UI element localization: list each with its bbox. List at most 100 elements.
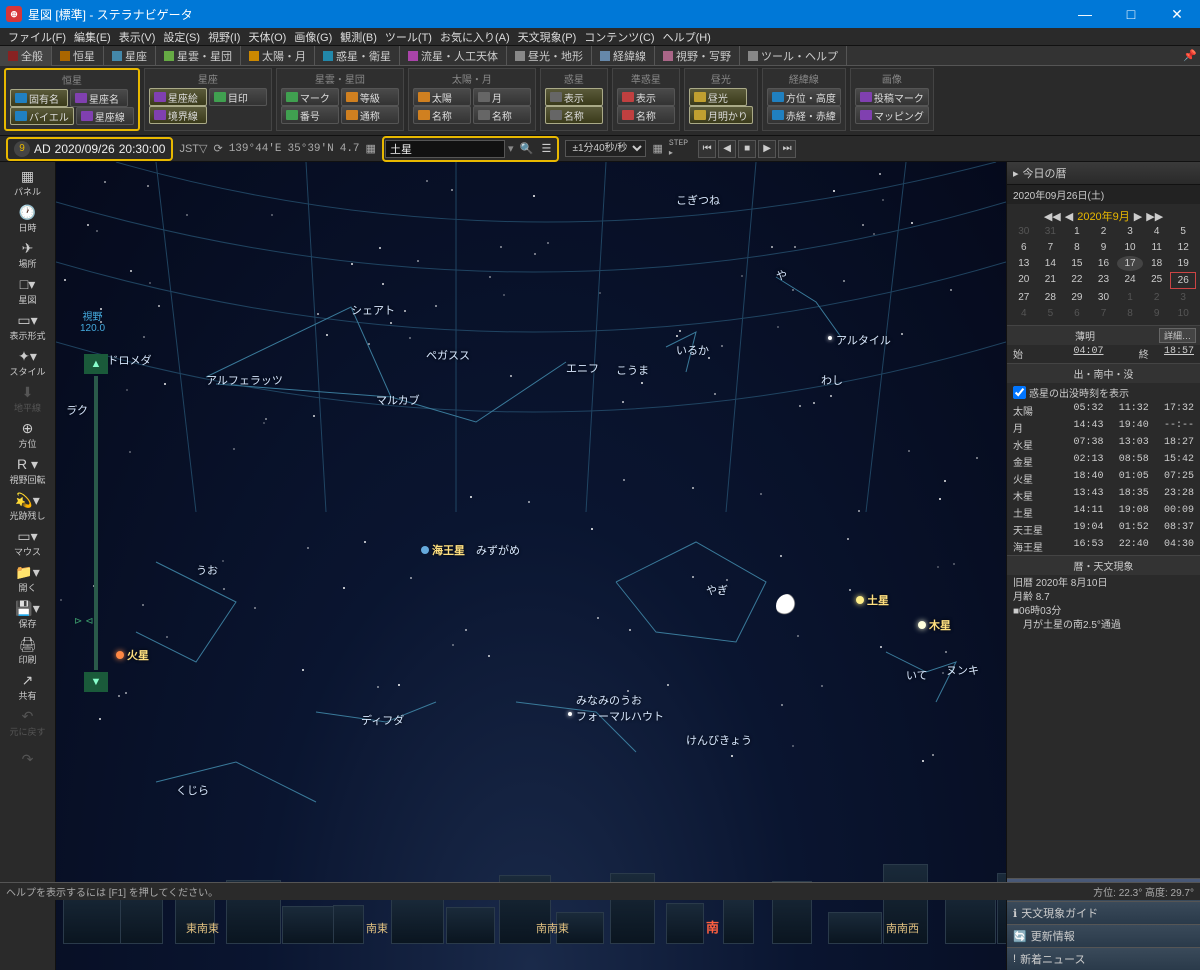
last-button[interactable]: ⏭	[778, 140, 796, 158]
left-tool-button[interactable]: ▦パネル	[4, 166, 52, 200]
search-button[interactable]: 🔍	[516, 139, 536, 159]
menu-item[interactable]: 天文現象(P)	[514, 29, 581, 45]
tool-button[interactable]: 星座名	[70, 89, 128, 107]
calendar-day[interactable]: 9	[1144, 306, 1170, 321]
calendar-day[interactable]: 26	[1170, 272, 1196, 289]
calendar[interactable]: ◀◀ ◀ 2020年9月 ▶ ▶▶ 3031123456789101112131…	[1007, 204, 1200, 325]
left-tool-button[interactable]: 💫▾光跡残し	[4, 490, 52, 524]
calendar-day[interactable]: 5	[1038, 306, 1064, 321]
left-tool-button[interactable]: ↶元に戻す	[4, 706, 52, 740]
tool-button[interactable]: 通称	[341, 106, 399, 124]
first-button[interactable]: ⏮	[698, 140, 716, 158]
tool-button[interactable]: 固有名	[10, 89, 68, 107]
left-tool-button[interactable]: 🖨印刷	[4, 634, 52, 668]
menu-item[interactable]: 天体(O)	[244, 29, 290, 45]
tool-button[interactable]: 昼光	[689, 88, 747, 106]
left-tool-button[interactable]: R ▾視野回転	[4, 454, 52, 488]
ribbon-tab[interactable]: ツール・ヘルプ	[740, 46, 847, 66]
calendar-day[interactable]: 21	[1038, 272, 1064, 289]
tool-button[interactable]: 太陽	[413, 88, 471, 106]
calendar-day[interactable]: 31	[1038, 224, 1064, 239]
step-icon[interactable]: ▦	[652, 142, 662, 156]
calendar-day[interactable]: 5	[1170, 224, 1196, 239]
calendar-day[interactable]: 25	[1144, 272, 1170, 289]
calendar-day[interactable]: 10	[1170, 306, 1196, 321]
menu-item[interactable]: お気に入り(A)	[436, 29, 514, 45]
ribbon-tab[interactable]: 星雲・星団	[156, 46, 241, 66]
calendar-day[interactable]: 7	[1091, 306, 1117, 321]
calendar-day[interactable]: 20	[1011, 272, 1037, 289]
menu-item[interactable]: 画像(G)	[290, 29, 336, 45]
calendar-day[interactable]: 30	[1011, 224, 1037, 239]
cal-next-year[interactable]: ▶▶	[1146, 210, 1163, 223]
tool-button[interactable]: バイエル	[10, 107, 74, 125]
left-tool-button[interactable]: ⬇地平線	[4, 382, 52, 416]
calendar-day[interactable]: 6	[1064, 306, 1090, 321]
tool-button[interactable]: 方位・高度	[767, 88, 841, 106]
tool-button[interactable]: マーク	[281, 88, 339, 106]
menu-item[interactable]: ファイル(F)	[4, 29, 70, 45]
ribbon-tab[interactable]: 星座	[104, 46, 156, 66]
tool-button[interactable]: 赤経・赤緯	[767, 106, 841, 124]
rp-tab[interactable]: ! 新着ニュース	[1007, 947, 1200, 970]
sky-view[interactable]: 視野 120.0 ▲ ⊳ ⊲ ▼ こぎつねやいるかこうまわしシェアトペガススアン…	[56, 162, 1006, 970]
calendar-day[interactable]: 28	[1038, 290, 1064, 305]
ribbon-tab[interactable]: 太陽・月	[241, 46, 315, 66]
left-tool-button[interactable]: ↗共有	[4, 670, 52, 704]
calendar-day[interactable]: 23	[1091, 272, 1117, 289]
calendar-day[interactable]: 18	[1144, 256, 1170, 271]
left-tool-button[interactable]: ✦▾スタイル	[4, 346, 52, 380]
cal-next-month[interactable]: ▶	[1134, 210, 1142, 223]
calendar-day[interactable]: 11	[1144, 240, 1170, 255]
tool-button[interactable]: 名称	[473, 106, 531, 124]
calendar-day[interactable]: 30	[1091, 290, 1117, 305]
tool-button[interactable]: 表示	[617, 88, 675, 106]
calendar-day[interactable]: 1	[1064, 224, 1090, 239]
grid-icon[interactable]: ▦	[366, 142, 376, 156]
zoom-up-button[interactable]: ▲	[84, 354, 108, 374]
ribbon-tab[interactable]: 昼光・地形	[507, 46, 592, 66]
calendar-day[interactable]: 4	[1144, 224, 1170, 239]
calendar-day[interactable]: 8	[1117, 306, 1143, 321]
menu-item[interactable]: ツール(T)	[381, 29, 436, 45]
menu-item[interactable]: 観測(B)	[336, 29, 381, 45]
list-button[interactable]: ☰	[536, 139, 556, 159]
calendar-day[interactable]: 2	[1144, 290, 1170, 305]
ribbon-tab[interactable]: 恒星	[52, 46, 104, 66]
calendar-day[interactable]: 3	[1117, 224, 1143, 239]
ribbon-tab[interactable]: 惑星・衛星	[315, 46, 400, 66]
dropdown-icon[interactable]: ▾	[505, 142, 517, 155]
tool-button[interactable]: 投稿マーク	[855, 88, 929, 106]
calendar-day[interactable]: 9	[1091, 240, 1117, 255]
ribbon-tab[interactable]: 経緯線	[592, 46, 655, 66]
left-tool-button[interactable]: ▭▾マウス	[4, 526, 52, 560]
tool-button[interactable]: 番号	[281, 106, 339, 124]
menu-item[interactable]: 設定(S)	[159, 29, 204, 45]
calendar-day[interactable]: 10	[1117, 240, 1143, 255]
calendar-day[interactable]: 19	[1170, 256, 1196, 271]
calendar-day[interactable]: 29	[1064, 290, 1090, 305]
tool-button[interactable]: 名称	[545, 106, 603, 124]
menu-item[interactable]: 表示(V)	[115, 29, 160, 45]
menu-item[interactable]: 編集(E)	[70, 29, 115, 45]
zoom-slider[interactable]	[94, 376, 98, 670]
calendar-day[interactable]: 24	[1117, 272, 1143, 289]
left-tool-button[interactable]: ▭▾表示形式	[4, 310, 52, 344]
tool-button[interactable]: 星座絵	[149, 88, 207, 106]
pin-icon[interactable]: 📌	[1180, 49, 1200, 62]
twilight-detail-button[interactable]: 詳細…	[1159, 328, 1196, 343]
menu-item[interactable]: 視野(I)	[204, 29, 244, 45]
tool-button[interactable]: マッピング	[855, 106, 929, 124]
tool-button[interactable]: 星座線	[76, 107, 134, 125]
calendar-day[interactable]: 2	[1091, 224, 1117, 239]
left-tool-button[interactable]: 🕐日時	[4, 202, 52, 236]
calendar-day[interactable]: 6	[1011, 240, 1037, 255]
tool-button[interactable]: 名称	[413, 106, 471, 124]
calendar-day[interactable]: 12	[1170, 240, 1196, 255]
left-tool-button[interactable]: ↷	[4, 742, 52, 776]
datetime-box[interactable]: 9 AD 2020/09/26 20:30:00	[6, 137, 173, 161]
calendar-day[interactable]: 14	[1038, 256, 1064, 271]
riseset-checkbox[interactable]: 惑星の出没時刻を表示	[1007, 383, 1200, 402]
ribbon-tab[interactable]: 全般	[0, 46, 52, 66]
prev-button[interactable]: ◀	[718, 140, 736, 158]
